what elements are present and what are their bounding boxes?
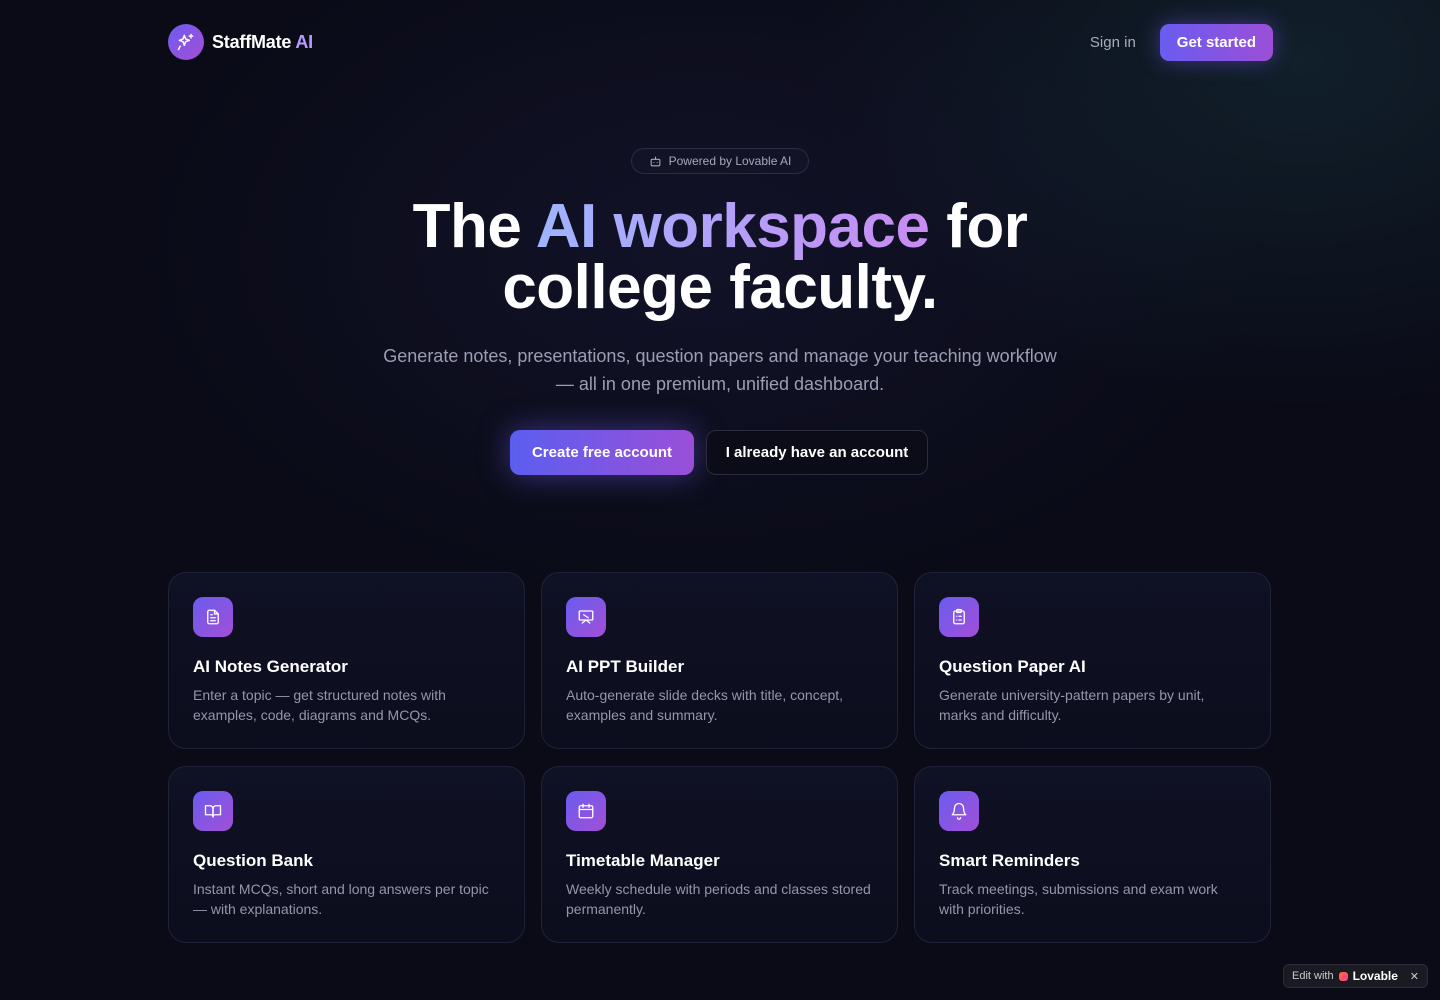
lovable-prefix: Edit with [1292,970,1334,982]
feature-title: Smart Reminders [939,851,1080,870]
feature-title: Question Paper AI [939,657,1086,676]
feature-card: AI Notes Generator Enter a topic — get s… [168,572,525,749]
powered-by-badge: Powered by Lovable AI [631,148,809,174]
headline-highlight: AI workspace [535,192,930,261]
headline-part1: The [412,192,522,261]
feature-title: Question Bank [193,851,313,870]
brand-name: StaffMate AI [212,31,313,52]
create-account-button[interactable]: Create free account [510,430,694,475]
feature-description: Instant MCQs, short and long answers per… [193,881,489,917]
feature-description: Generate university-pattern papers by un… [939,687,1205,723]
document-icon [193,597,233,637]
feature-card: Smart Reminders Track meetings, submissi… [914,766,1271,943]
brand[interactable]: StaffMate AI [168,24,313,60]
headline-line2: college faculty. [502,253,938,322]
feature-description: Auto-generate slide decks with title, co… [566,687,844,723]
feature-description: Track meetings, submissions and exam wor… [939,881,1218,917]
edit-with-lovable-badge[interactable]: Edit with Lovable ✕ [1283,964,1428,988]
feature-grid: AI Notes Generator Enter a topic — get s… [168,572,1272,943]
feature-title: AI Notes Generator [193,657,348,676]
bell-icon [939,791,979,831]
feature-title: Timetable Manager [566,851,720,870]
feature-card: AI PPT Builder Auto-generate slide decks… [541,572,898,749]
feature-title: AI PPT Builder [566,657,685,676]
heart-icon [1338,971,1348,981]
calendar-icon [566,791,606,831]
clipboard-icon [939,597,979,637]
get-started-button[interactable]: Get started [1159,23,1273,61]
nav-actions: Sign in Get started [1090,23,1273,61]
feature-description: Weekly schedule with periods and classes… [566,881,871,917]
sign-in-link[interactable]: Sign in [1090,34,1136,51]
cta-row: Create free account I already have an ac… [510,430,928,475]
book-icon [193,791,233,831]
feature-card: Timetable Manager Weekly schedule with p… [541,766,898,943]
top-nav: StaffMate AI Sign in Get started [168,23,1273,61]
hero-headline: The AI workspace for college faculty. [300,196,1140,319]
feature-description: Enter a topic — get structured notes wit… [193,687,446,723]
brand-suffix: AI [295,31,313,52]
have-account-button[interactable]: I already have an account [706,430,928,475]
close-icon[interactable]: ✕ [1410,970,1419,983]
lovable-brand: Lovable [1352,969,1398,983]
hero-subtitle: Generate notes, presentations, question … [383,346,1057,394]
headline-part2: for [946,192,1028,261]
sparkles-icon [168,24,204,60]
badge-label: Powered by Lovable AI [668,154,792,168]
bot-icon [650,156,660,166]
presentation-icon [566,597,606,637]
feature-card: Question Bank Instant MCQs, short and lo… [168,766,525,943]
feature-card: Question Paper AI Generate university-pa… [914,572,1271,749]
